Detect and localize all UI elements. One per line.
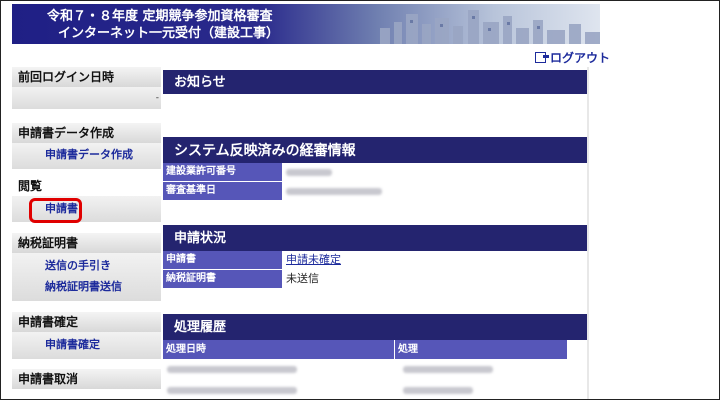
history-cell-process — [399, 380, 567, 399]
app-header: 令和７・８年度 定期競争参加資格審査 インターネット一元受付（建設工事） — [12, 4, 600, 44]
keishin-row-permit: 建設業許可番号 — [163, 163, 587, 182]
history-panel: 処理履歴 処理日時 処理 — [163, 311, 587, 399]
application-status: 申請未確定 — [282, 251, 587, 269]
review-date-label: 審査基準日 — [163, 182, 282, 200]
highlight-box — [29, 198, 82, 223]
keishin-title: システム反映済みの経審情報 — [163, 134, 587, 163]
table-row — [163, 359, 567, 380]
history-title: 処理履歴 — [163, 311, 587, 340]
sidebar: 前回ログイン日時 - 申請書データ作成 申請書データ作成 閲覧 申請書 納税証明… — [12, 67, 161, 399]
last-login-value: - — [155, 93, 159, 103]
review-date-value — [282, 182, 587, 200]
notice-panel: お知らせ — [163, 67, 587, 94]
content-divider — [587, 67, 589, 399]
status-row-application: 申請書 申請未確定 — [163, 251, 587, 270]
logout-icon — [535, 52, 549, 63]
header-title-line2: インターネット一元受付（建設工事） — [58, 26, 280, 41]
logout-label: ログアウト — [550, 51, 611, 65]
sidebar-heading-cancel: 申請書取消 — [12, 369, 161, 389]
sidebar-item-guide[interactable]: 送信の手引き — [12, 255, 161, 277]
create-box: 申請書データ作成 — [12, 143, 161, 169]
status-row-tax: 納税証明書 未送信 — [163, 270, 587, 289]
history-col-datetime: 処理日時 — [163, 340, 395, 359]
application-status-link[interactable]: 申請未確定 — [286, 253, 341, 266]
sidebar-item-tax-submit[interactable]: 納税証明書送信 — [12, 277, 161, 297]
notice-title: お知らせ — [163, 67, 587, 94]
logout-button[interactable]: ログアウト — [535, 49, 610, 66]
permit-number-label: 建設業許可番号 — [163, 163, 282, 181]
sidebar-heading-last-login: 前回ログイン日時 — [12, 67, 161, 87]
confirm-box: 申請書確定 — [12, 332, 161, 359]
tax-cert-label: 納税証明書 — [163, 270, 282, 288]
skyline-image — [380, 10, 600, 44]
tax-cert-status: 未送信 — [282, 270, 587, 288]
history-cell-datetime — [163, 380, 399, 399]
sidebar-heading-tax: 納税証明書 — [12, 233, 161, 253]
sidebar-heading-confirm: 申請書確定 — [12, 312, 161, 332]
page-frame: 令和７・８年度 定期競争参加資格審査 インターネット一元受付（建設工事） ログア… — [0, 0, 720, 400]
status-panel: 申請状況 申請書 申請未確定 納税証明書 未送信 — [163, 222, 587, 289]
keishin-panel: システム反映済みの経審情報 建設業許可番号 審査基準日 — [163, 134, 587, 201]
last-login-box: - — [12, 87, 161, 109]
sidebar-item-confirm[interactable]: 申請書確定 — [12, 332, 161, 358]
sidebar-heading-create: 申請書データ作成 — [12, 123, 161, 143]
sidebar-heading-view: 閲覧 — [12, 176, 161, 196]
history-cell-process — [399, 359, 567, 379]
history-table-header: 処理日時 処理 — [163, 340, 567, 359]
permit-number-value — [282, 163, 587, 181]
application-label: 申請書 — [163, 251, 282, 269]
sidebar-item-create-application[interactable]: 申請書データ作成 — [12, 143, 161, 167]
history-cell-datetime — [163, 359, 399, 379]
history-col-process: 処理 — [395, 340, 567, 359]
tax-box: 送信の手引き 納税証明書送信 — [12, 253, 161, 301]
header-title-line1: 令和７・８年度 定期競争参加資格審査 — [47, 9, 273, 24]
status-title: 申請状況 — [163, 222, 587, 251]
table-row — [163, 380, 567, 399]
keishin-row-date: 審査基準日 — [163, 182, 587, 201]
